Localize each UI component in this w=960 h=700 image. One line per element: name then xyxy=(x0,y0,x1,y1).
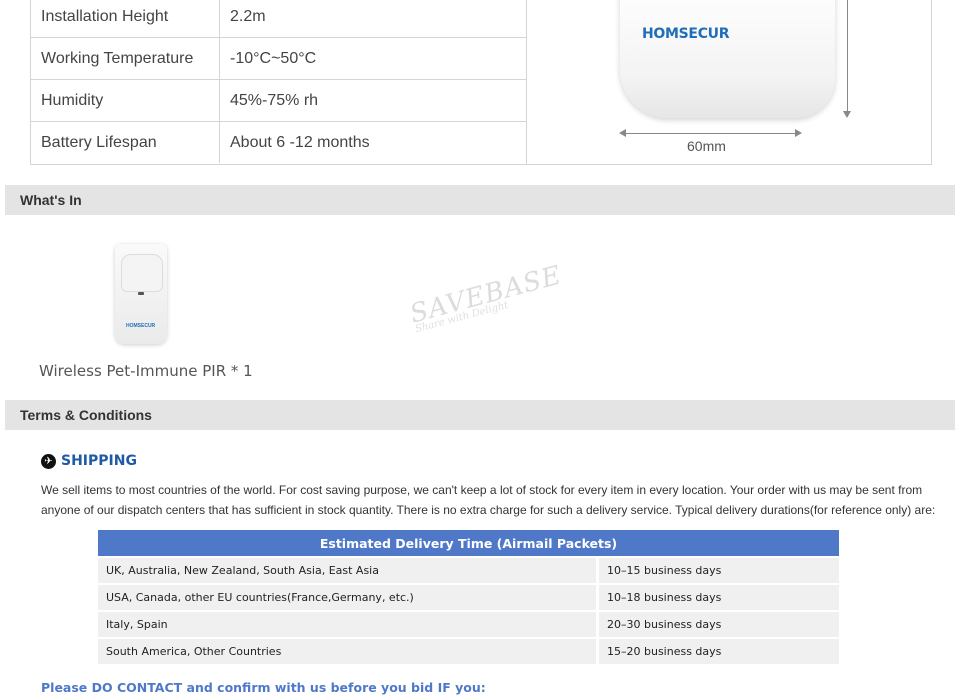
region-cell: Italy, Spain xyxy=(98,610,599,637)
product-brand: HOMSECUR xyxy=(642,26,730,42)
pir-sensor-image: HOMSECUR xyxy=(115,244,167,344)
product-device: HOMSECUR xyxy=(620,0,835,118)
region-cell: UK, Australia, New Zealand, South Asia, … xyxy=(98,556,599,583)
spec-value: -10°C~50°C xyxy=(219,37,526,80)
terms-heading: Terms & Conditions xyxy=(5,400,955,430)
spec-table: Installation Height 2.2m Working Tempera… xyxy=(31,0,526,163)
spec-value: 2.2m xyxy=(219,0,526,38)
time-cell: 20–30 business days xyxy=(599,610,839,637)
time-cell: 15–20 business days xyxy=(599,637,839,664)
arrow-right-icon xyxy=(795,129,802,137)
spec-label: Working Temperature xyxy=(31,37,220,80)
shipping-title-text: SHIPPING xyxy=(61,453,137,469)
arrow-down-icon xyxy=(843,111,851,118)
time-cell: 10–15 business days xyxy=(599,556,839,583)
led-indicator xyxy=(138,292,144,295)
contact-note: Please DO CONTACT and confirm with us be… xyxy=(41,680,486,695)
table-row: USA, Canada, other EU countries(France,G… xyxy=(98,583,839,610)
plane-icon: ✈ xyxy=(41,453,56,469)
spec-value: 45%-75% rh xyxy=(219,79,526,122)
sensor-lens xyxy=(121,254,163,292)
spec-value: About 6 -12 months xyxy=(230,133,370,151)
table-row: Installation Height 2.2m xyxy=(31,0,526,38)
region-cell: South America, Other Countries xyxy=(98,637,599,664)
spec-section: Installation Height 2.2m Working Tempera… xyxy=(30,0,932,165)
table-row: Working Temperature -10°C~50°C xyxy=(31,37,526,80)
spec-label: Humidity xyxy=(31,79,220,122)
mini-brand: HOMSECUR xyxy=(126,323,156,329)
whats-in-item-label: Wireless Pet-Immune PIR * 1 xyxy=(39,362,253,380)
spec-label: Battery Lifespan xyxy=(31,121,220,163)
delivery-time-table: Estimated Delivery Time (Airmail Packets… xyxy=(98,530,839,664)
table-header: Estimated Delivery Time (Airmail Packets… xyxy=(98,530,839,556)
table-row: South America, Other Countries 15–20 bus… xyxy=(98,637,839,664)
height-dimension-line xyxy=(847,0,848,114)
shipping-title: ✈ SHIPPING xyxy=(41,453,137,469)
table-header-row: Estimated Delivery Time (Airmail Packets… xyxy=(98,530,839,556)
product-dimension-image: HOMSECUR 60mm xyxy=(526,0,932,164)
whats-in-heading: What's In xyxy=(5,185,955,215)
table-row: UK, Australia, New Zealand, South Asia, … xyxy=(98,556,839,583)
arrow-left-icon xyxy=(619,129,626,137)
table-row: Humidity 45%-75% rh xyxy=(31,79,526,122)
width-dimension-line xyxy=(625,133,797,134)
table-row: Italy, Spain 20–30 business days xyxy=(98,610,839,637)
table-row: Battery Lifespan About 6 -12 months xyxy=(31,121,526,163)
time-cell: 10–18 business days xyxy=(599,583,839,610)
region-cell: USA, Canada, other EU countries(France,G… xyxy=(98,583,599,610)
width-dimension-label: 60mm xyxy=(687,138,726,154)
shipping-description: We sell items to most countries of the w… xyxy=(41,483,936,517)
spec-label: Installation Height xyxy=(31,0,220,38)
